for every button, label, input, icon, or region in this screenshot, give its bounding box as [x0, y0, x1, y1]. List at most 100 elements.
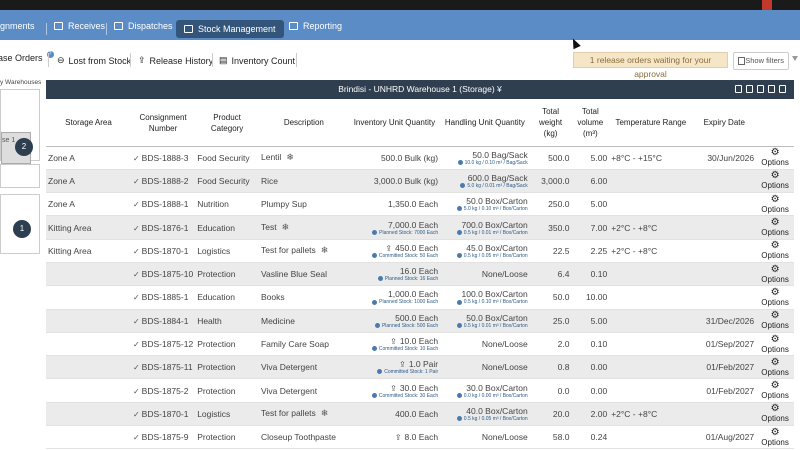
external-link-icon[interactable] [779, 85, 786, 93]
panel-title[interactable]: Brindisi - UNHRD Warehouse 1 (Storage) ¥ [338, 84, 502, 94]
col-total-weight[interactable]: Total weight (kg) [529, 100, 572, 147]
nav-divider [46, 23, 47, 35]
options-button[interactable]: ⚙ Options [756, 169, 794, 194]
approval-notice[interactable]: 1 release orders waiting for your approv… [573, 52, 728, 79]
lost-from-stock-button[interactable]: ⊖ Lost from Stock [57, 55, 131, 66]
cell-consignment[interactable]: ✓ BDS-1888-2 [130, 169, 196, 194]
options-button[interactable]: ⚙ Options [756, 378, 794, 403]
cell-consignment[interactable]: ✓ BDS-1875-9 [130, 425, 196, 450]
col-handling-unit-qty[interactable]: Handling Unit Quantity [440, 100, 530, 147]
handling-sub-text: 5.0 kg / 0.10 m³ / Box/Carton [463, 206, 528, 213]
nav-consignments[interactable]: ignments [0, 18, 35, 34]
check-icon: ✓ [132, 246, 140, 256]
gear-icon: ⚙ [770, 286, 780, 298]
scroll-down-icon[interactable] [792, 56, 798, 61]
handling-qty-text: 45.0 Box/Carton [466, 242, 528, 253]
nav-dispatches[interactable]: Dispatches [114, 18, 173, 34]
inventory-sub-note: Planned Stock: 7000 Each [351, 230, 438, 236]
table-row[interactable]: ✓ BDS-1884-1 Health Medicine 500.0 Each Plann… [46, 309, 794, 333]
cell-consignment[interactable]: ✓ BDS-1876-1 [130, 215, 196, 240]
cell-consignment[interactable]: ✓ BDS-1870-1 [130, 239, 196, 263]
chart-icon[interactable] [757, 85, 764, 93]
gear-icon: ⚙ [770, 193, 780, 205]
cell-temperature: +2°C - +8°C [609, 215, 693, 240]
settings-icon[interactable] [735, 85, 742, 93]
cell-description: Viva Detergent [258, 378, 349, 403]
cold-chain-icon: ❄ [320, 245, 329, 256]
table-row[interactable]: ✓ BDS-1875-10 Protection Vasline Blue Seal 1… [46, 262, 794, 287]
window-control[interactable] [762, 0, 772, 10]
options-button[interactable]: ⚙ Options [756, 192, 794, 217]
col-total-volume[interactable]: Total volume (m³) [571, 100, 610, 147]
options-button[interactable]: ⚙ Options [756, 262, 794, 287]
nav-reporting[interactable]: Reporting [289, 18, 342, 34]
cell-storage-area [46, 285, 131, 310]
nav-stock-management[interactable]: Stock Management [176, 20, 284, 38]
options-button[interactable]: ⚙ Options [756, 309, 794, 333]
main-navigation: ignments Receives Dispatches Stock Manag… [0, 10, 800, 40]
cell-category: Protection [195, 378, 259, 403]
warehouse-card[interactable] [0, 164, 40, 188]
options-button[interactable]: ⚙ Options [756, 239, 794, 263]
options-button[interactable]: ⚙ Options [756, 402, 794, 427]
cell-category: Health [195, 309, 259, 333]
handling-qty-text: 50.0 Box/Carton [466, 312, 528, 323]
col-expiry-date[interactable]: Expiry Date [692, 100, 757, 147]
nav-reporting-label: Reporting [303, 21, 343, 31]
cell-expiry: 31/Dec/2026 [692, 309, 757, 333]
table-row[interactable]: Kitting Area ✓ BDS-1876-1 Education Test ❄ 7,0… [46, 215, 794, 240]
cell-consignment[interactable]: ✓ BDS-1875-10 [130, 262, 196, 287]
col-description[interactable]: Description [258, 100, 349, 147]
table-row[interactable]: Zone A ✓ BDS-1888-1 Nutrition Plumpy Sup 1,35… [46, 192, 794, 217]
warehouse-node[interactable]: 2 [15, 138, 33, 156]
cell-consignment[interactable]: ✓ BDS-1875-12 [130, 332, 196, 357]
inventory-qty-text: 450.0 Each [395, 242, 439, 253]
inventory-count-button[interactable]: ▤ Inventory Count [219, 55, 295, 66]
col-inventory-unit-qty[interactable]: Inventory Unit Quantity [348, 100, 441, 147]
cell-weight: 2.0 [529, 332, 572, 357]
nav-receives[interactable]: Receives [54, 18, 105, 34]
table-row[interactable]: ✓ BDS-1885-1 Education Books 1,000.0 Each Pla… [46, 285, 794, 310]
cell-consignment[interactable]: ✓ BDS-1884-1 [130, 309, 196, 333]
cell-inventory-qty: 500.0 Bulk (kg) [348, 146, 441, 170]
options-button[interactable]: ⚙ Options [756, 332, 794, 357]
table-row[interactable]: ✓ BDS-1875-2 Protection Viva Detergent ⇪ 30.0… [46, 378, 794, 403]
options-button[interactable]: ⚙ Options [756, 425, 794, 450]
sort-icon[interactable] [746, 85, 753, 93]
handling-sub-note: 5.0 kg / 0.01 m³ / Bag/Sack [442, 183, 528, 189]
cell-consignment[interactable]: ✓ BDS-1888-3 [130, 146, 196, 170]
cell-consignment[interactable]: ✓ BDS-1870-1 [130, 402, 196, 427]
cell-consignment[interactable]: ✓ BDS-1875-2 [130, 378, 196, 403]
warehouse-card[interactable]: 1 [0, 194, 40, 254]
release-orders-button[interactable]: ase Orders? [0, 50, 54, 63]
options-button[interactable]: ⚙ Options [756, 146, 794, 170]
cell-consignment[interactable]: ✓ BDS-1888-1 [130, 192, 196, 217]
options-button[interactable]: ⚙ Options [756, 285, 794, 310]
table-row[interactable]: Zone A ✓ BDS-1888-3 Food Security Lentil ❄ 500… [46, 146, 794, 170]
description-text: Viva Detergent [260, 385, 318, 396]
cold-chain-icon: ❄ [286, 152, 294, 163]
col-temperature-range[interactable]: Temperature Range [609, 100, 693, 147]
table-row[interactable]: ✓ BDS-1870-1 Logistics Test for pallets ❄ 400… [46, 402, 794, 427]
col-product-category[interactable]: Product Category [195, 100, 259, 147]
table-row[interactable]: ✓ BDS-1875-9 Protection Closeup Toothpaste ⇪… [46, 425, 794, 450]
release-history-button[interactable]: ⇪ Release History [138, 55, 213, 66]
options-button[interactable]: ⚙ Options [756, 355, 794, 380]
warehouse-card[interactable]: se 1 2 [0, 89, 40, 164]
cell-handling-qty: 30.0 Box/Carton 0.0 kg / 0.00 m³ / Box/Ca… [440, 378, 530, 403]
table-row[interactable]: ✓ BDS-1875-12 Protection Family Care Soap ⇪ 1… [46, 332, 794, 357]
options-button[interactable]: ⚙ Options [756, 215, 794, 240]
cell-consignment[interactable]: ✓ BDS-1885-1 [130, 285, 196, 310]
col-consignment-number[interactable]: Consignment Number [130, 100, 196, 147]
columns-icon[interactable] [768, 85, 775, 93]
table-row[interactable]: ✓ BDS-1875-11 Protection Viva Detergent ⇪ 1.0… [46, 355, 794, 380]
cell-inventory-qty: ⇪ 450.0 Each Committed Stock: 50 Each [348, 239, 441, 263]
cell-consignment[interactable]: ✓ BDS-1875-11 [130, 355, 196, 380]
col-storage-area[interactable]: Storage Area [46, 100, 131, 147]
cell-volume: 0.10 [571, 262, 610, 287]
show-filters-button[interactable]: Show filters [733, 52, 789, 70]
cell-weight: 50.0 [529, 285, 572, 310]
table-row[interactable]: Zone A ✓ BDS-1888-2 Food Security Rice 3,000.… [46, 169, 794, 194]
table-row[interactable]: Kitting Area ✓ BDS-1870-1 Logistics Test for… [46, 239, 794, 263]
warehouse-node[interactable]: 1 [13, 220, 31, 238]
